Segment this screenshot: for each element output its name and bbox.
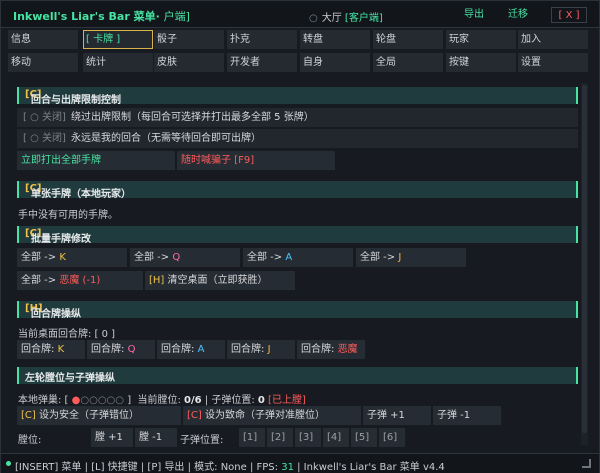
section-round-cards: 回合牌操纵 [H]	[17, 301, 578, 320]
set-deadly-button[interactable]: [C] 设为致命（子弹对准膛位）	[183, 406, 361, 425]
close-button[interactable]: [ X ]	[551, 7, 587, 23]
round-card-k-button[interactable]: 回合牌: K	[17, 340, 85, 359]
tab-wheel[interactable]: 转盘	[300, 30, 370, 49]
round-card-devil-button[interactable]: 回合牌: 恶魔	[297, 340, 365, 359]
chamber-label: 膛位:	[18, 435, 42, 446]
tab-keybinds[interactable]: 按键	[446, 53, 516, 72]
bullet-position-label: 子弹位置:	[180, 435, 224, 446]
tab-dice[interactable]: 骰子	[154, 30, 224, 49]
toggle-always-my-turn[interactable]: [ ○ 关闭] 永远是我的回合（无需等待回合即可出牌）	[17, 129, 578, 148]
all-to-j-button[interactable]: 全部 -> J	[356, 248, 466, 267]
call-liar-button[interactable]: 随时喊骗子 [F9]	[177, 151, 335, 170]
bullet-empty-icons: ○○○○○	[80, 395, 125, 406]
current-round-card: 当前桌面回合牌: [ 0 ]	[18, 329, 116, 340]
hall-label: 大厅	[321, 13, 342, 24]
all-to-a-button[interactable]: 全部 -> A	[243, 248, 353, 267]
radio-empty-icon: ○	[309, 13, 318, 24]
hall-indicator[interactable]: ○ 大厅 [客户端]	[309, 9, 383, 24]
section-title: 左轮膛位与子弹操纵	[25, 373, 115, 384]
tab-info[interactable]: 信息	[8, 30, 78, 49]
set-safe-button[interactable]: [C] 设为安全（子弹错位）	[17, 406, 181, 425]
tab-global[interactable]: 全局	[373, 53, 443, 72]
toggle-bypass-limit[interactable]: [ ○ 关闭] 绕过出牌限制（每回合可选择并打出最多全部 5 张牌）	[17, 108, 578, 127]
section-single-hand: 单张手牌（本地玩家） [C]	[17, 181, 578, 200]
empty-hand-message: 手中没有可用的手牌。	[18, 210, 118, 221]
tab-stats[interactable]: 统计	[83, 53, 153, 72]
section-revolver: 左轮膛位与子弹操纵	[17, 367, 578, 384]
tab-join[interactable]: 加入	[518, 30, 588, 49]
title-text: Inkwell's Liar's Bar 菜单	[13, 10, 156, 23]
migrate-button[interactable]: 迁移	[504, 7, 532, 23]
revolver-status: 本地弹巢: [ ●○○○○○ ] 当前膛位: 0/6 | 子弹位置: 0 [已上…	[18, 395, 306, 406]
tab-developer[interactable]: 开发者	[227, 53, 297, 72]
menu-window: Inkwell's Liar's Bar 菜单· 户端] ○ 大厅 [客户端] 导…	[0, 0, 600, 473]
all-to-devil-button[interactable]: 全部 -> 恶魔 (-1)	[17, 271, 143, 290]
clear-table-button[interactable]: [H] 清空桌面（立即获胜）	[145, 271, 295, 290]
scrollbar-thumb[interactable]	[582, 85, 587, 433]
section-title: 单张手牌（本地玩家） [C]	[25, 183, 131, 200]
cards-panel: 回合与出牌限制控制 [C] [ ○ 关闭] 绕过出牌限制（每回合可选择并打出最多…	[13, 83, 578, 447]
title-suffix: 户端]	[163, 10, 190, 23]
bullet-position-5[interactable]: [5]	[351, 428, 377, 447]
bullet-plus-button[interactable]: 子弹 +1	[363, 406, 431, 425]
tab-settings[interactable]: 设置	[518, 53, 588, 72]
resize-grip-icon[interactable]	[582, 459, 591, 468]
bullet-position-1[interactable]: [1]	[239, 428, 265, 447]
status-dot-icon	[6, 461, 11, 466]
toggle-state: [ ○ 关闭]	[23, 133, 66, 144]
chamber-minus-button[interactable]: 膛 -1	[135, 428, 177, 447]
tab-skins[interactable]: 皮肤	[154, 53, 224, 72]
round-card-j-button[interactable]: 回合牌: J	[227, 340, 295, 359]
title-bar[interactable]: Inkwell's Liar's Bar 菜单· 户端] ○ 大厅 [客户端] 导…	[1, 1, 599, 28]
all-to-k-button[interactable]: 全部 -> K	[17, 248, 127, 267]
window-title: Inkwell's Liar's Bar 菜单· 户端]	[13, 8, 190, 24]
tab-players[interactable]: 玩家	[446, 30, 516, 49]
round-card-a-button[interactable]: 回合牌: A	[157, 340, 225, 359]
section-title: 回合与出牌限制控制 [C]	[25, 89, 121, 106]
tab-roulette[interactable]: 轮盘	[373, 30, 443, 49]
tab-cards[interactable]: [ 卡牌 ]	[83, 30, 153, 49]
section-title: 批量手牌修改 [C]	[25, 228, 91, 245]
export-button[interactable]: 导出	[460, 7, 488, 23]
all-to-q-button[interactable]: 全部 -> Q	[130, 248, 240, 267]
title-cursor: ·	[155, 10, 160, 23]
tab-poker[interactable]: 扑克	[227, 30, 297, 49]
hall-client: [客户端]	[344, 13, 383, 24]
toggle-label: 绕过出牌限制（每回合可选择并打出最多全部 5 张牌）	[71, 112, 314, 123]
toggle-state: [ ○ 关闭]	[23, 112, 66, 123]
section-batch-hand: 批量手牌修改 [C]	[17, 226, 578, 245]
bullet-position-6[interactable]: [6]	[379, 428, 405, 447]
bullet-position-4[interactable]: [4]	[323, 428, 349, 447]
round-card-q-button[interactable]: 回合牌: Q	[87, 340, 155, 359]
chamber-plus-button[interactable]: 膛 +1	[91, 428, 133, 447]
section-round-control: 回合与出牌限制控制 [C]	[17, 87, 578, 106]
section-title: 回合牌操纵 [H]	[25, 303, 81, 320]
bullet-minus-button[interactable]: 子弹 -1	[433, 406, 501, 425]
status-bar: [INSERT] 菜单 | [L] 快捷键 | [P] 导出 | 模式: Non…	[1, 453, 599, 473]
play-all-button[interactable]: 立即打出全部手牌	[17, 151, 175, 170]
tab-movement[interactable]: 移动	[8, 53, 78, 72]
toggle-label: 永远是我的回合（无需等待回合即可出牌）	[71, 133, 261, 144]
bullet-position-2[interactable]: [2]	[267, 428, 293, 447]
status-text: [INSERT] 菜单 | [L] 快捷键 | [P] 导出 | 模式: Non…	[15, 462, 445, 473]
tab-self[interactable]: 自身	[300, 53, 370, 72]
bullet-position-3[interactable]: [3]	[295, 428, 321, 447]
